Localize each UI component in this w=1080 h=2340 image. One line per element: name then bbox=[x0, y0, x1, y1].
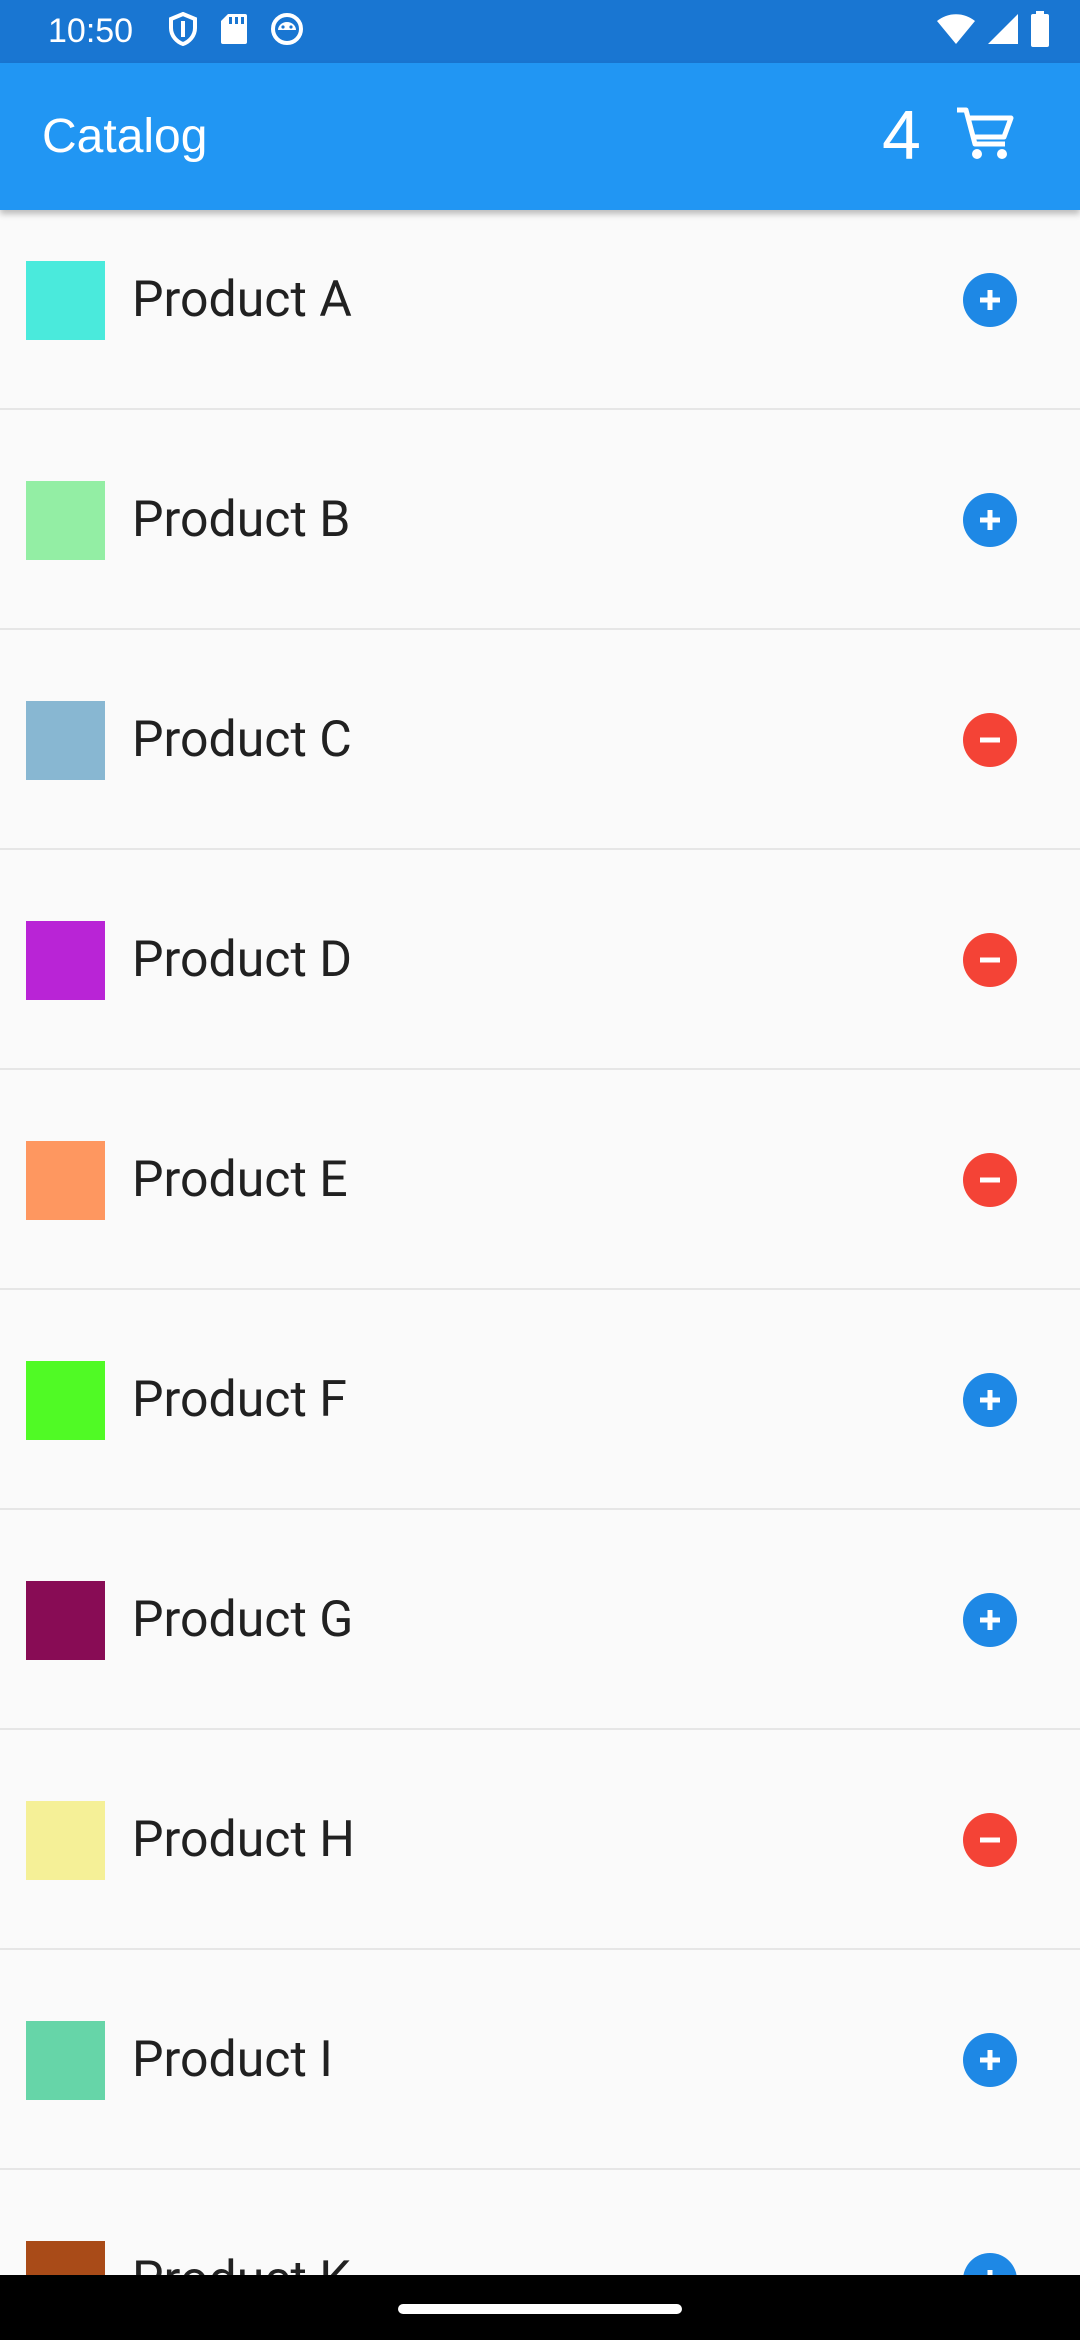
cart-button[interactable] bbox=[950, 101, 1020, 171]
status-time: 10:50 bbox=[48, 12, 134, 50]
add-to-cart-button[interactable] bbox=[963, 273, 1017, 327]
product-row[interactable]: Product H bbox=[0, 1730, 1080, 1950]
product-name: Product B bbox=[132, 491, 351, 549]
product-name: Product A bbox=[132, 271, 352, 329]
plus-icon bbox=[975, 505, 1005, 535]
product-color-swatch bbox=[26, 2021, 105, 2100]
product-name: Product E bbox=[132, 1151, 348, 1209]
product-row[interactable]: Product I bbox=[0, 1950, 1080, 2170]
remove-from-cart-button[interactable] bbox=[963, 713, 1017, 767]
product-row[interactable]: Product K bbox=[0, 2170, 1080, 2275]
plus-icon bbox=[975, 285, 1005, 315]
product-list[interactable]: Product A Product B Product C Product D Prod… bbox=[0, 210, 1080, 2275]
product-name: Product G bbox=[132, 1591, 354, 1649]
home-gesture-handle[interactable] bbox=[398, 2304, 682, 2314]
android-debug-icon bbox=[270, 12, 304, 51]
product-name: Product F bbox=[132, 1371, 347, 1429]
plus-icon bbox=[975, 1385, 1005, 1415]
plus-icon bbox=[975, 2045, 1005, 2075]
navigation-bar bbox=[0, 2275, 1080, 2340]
product-name: Product I bbox=[132, 2031, 333, 2089]
status-icons-left bbox=[168, 11, 304, 51]
plus-icon bbox=[975, 1605, 1005, 1635]
product-color-swatch bbox=[26, 1581, 105, 1660]
add-to-cart-button[interactable] bbox=[963, 2253, 1017, 2275]
product-row[interactable]: Product B bbox=[0, 410, 1080, 630]
product-color-swatch bbox=[26, 701, 105, 780]
status-bar: 10:50 bbox=[0, 0, 1080, 63]
product-row[interactable]: Product F bbox=[0, 1290, 1080, 1510]
minus-icon bbox=[975, 725, 1005, 755]
product-row[interactable]: Product A bbox=[0, 210, 1080, 410]
product-color-swatch bbox=[26, 921, 105, 1000]
sd-card-icon bbox=[220, 13, 248, 50]
page-title: Catalog bbox=[42, 110, 208, 163]
product-color-swatch bbox=[26, 2241, 105, 2275]
product-row[interactable]: Product C bbox=[0, 630, 1080, 850]
shopping-cart-icon bbox=[955, 106, 1015, 167]
shield-icon bbox=[168, 11, 198, 51]
add-to-cart-button[interactable] bbox=[963, 2033, 1017, 2087]
product-color-swatch bbox=[26, 261, 105, 340]
product-color-swatch bbox=[26, 481, 105, 560]
product-name: Product D bbox=[132, 931, 353, 989]
product-name: Product C bbox=[132, 711, 352, 769]
product-color-swatch bbox=[26, 1361, 105, 1440]
plus-icon bbox=[975, 2265, 1005, 2275]
cell-signal-icon bbox=[986, 12, 1020, 51]
remove-from-cart-button[interactable] bbox=[963, 1813, 1017, 1867]
remove-from-cart-button[interactable] bbox=[963, 933, 1017, 987]
product-row[interactable]: Product G bbox=[0, 1510, 1080, 1730]
wifi-icon bbox=[936, 12, 976, 51]
product-name: Product K bbox=[132, 2250, 351, 2275]
product-row[interactable]: Product D bbox=[0, 850, 1080, 1070]
cart-count: 4 bbox=[882, 96, 921, 174]
product-color-swatch bbox=[26, 1801, 105, 1880]
add-to-cart-button[interactable] bbox=[963, 493, 1017, 547]
product-row[interactable]: Product E bbox=[0, 1070, 1080, 1290]
battery-icon bbox=[1030, 10, 1050, 52]
add-to-cart-button[interactable] bbox=[963, 1593, 1017, 1647]
remove-from-cart-button[interactable] bbox=[963, 1153, 1017, 1207]
add-to-cart-button[interactable] bbox=[963, 1373, 1017, 1427]
app-bar: Catalog 4 bbox=[0, 63, 1080, 210]
minus-icon bbox=[975, 1825, 1005, 1855]
product-color-swatch bbox=[26, 1141, 105, 1220]
status-icons-right bbox=[936, 10, 1050, 52]
minus-icon bbox=[975, 945, 1005, 975]
product-name: Product H bbox=[132, 1811, 355, 1869]
minus-icon bbox=[975, 1165, 1005, 1195]
